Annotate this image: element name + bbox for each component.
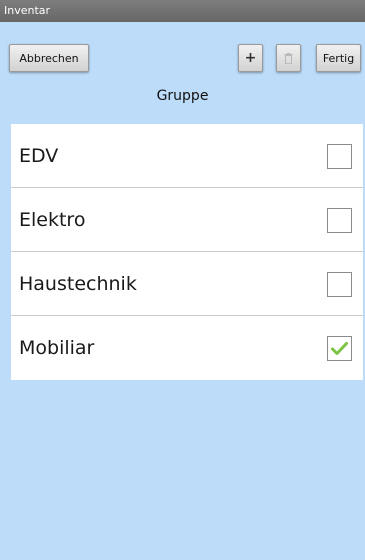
list-item-mobiliar[interactable]: Mobiliar bbox=[11, 316, 363, 380]
list-item-label: Elektro bbox=[19, 209, 86, 231]
list-item-label: Mobiliar bbox=[19, 337, 95, 359]
done-button[interactable]: Fertig bbox=[316, 44, 361, 72]
list-item-elektro[interactable]: Elektro bbox=[11, 188, 363, 252]
cancel-button[interactable]: Abbrechen bbox=[9, 44, 89, 72]
list-item-label: EDV bbox=[19, 145, 59, 167]
checkbox[interactable] bbox=[327, 272, 352, 297]
window-title-bar: Inventar bbox=[0, 0, 365, 22]
page-title: Gruppe bbox=[156, 88, 209, 104]
app-title: Inventar bbox=[4, 4, 51, 17]
trash-icon bbox=[284, 52, 293, 64]
checkmark-icon bbox=[331, 342, 348, 355]
plus-icon: + bbox=[244, 50, 257, 66]
checkbox-checked[interactable] bbox=[327, 336, 352, 361]
cancel-button-label: Abbrechen bbox=[19, 51, 79, 65]
list-item-haustechnik[interactable]: Haustechnik bbox=[11, 252, 363, 316]
list-item-edv[interactable]: EDV bbox=[11, 124, 363, 188]
delete-button[interactable] bbox=[276, 44, 301, 72]
list-item-label: Haustechnik bbox=[19, 273, 137, 295]
add-button[interactable]: + bbox=[238, 44, 263, 72]
checkbox[interactable] bbox=[327, 144, 352, 169]
done-button-label: Fertig bbox=[322, 51, 355, 65]
checkbox[interactable] bbox=[327, 208, 352, 233]
group-list: EDV Elektro Haustechnik Mobiliar bbox=[11, 124, 363, 380]
